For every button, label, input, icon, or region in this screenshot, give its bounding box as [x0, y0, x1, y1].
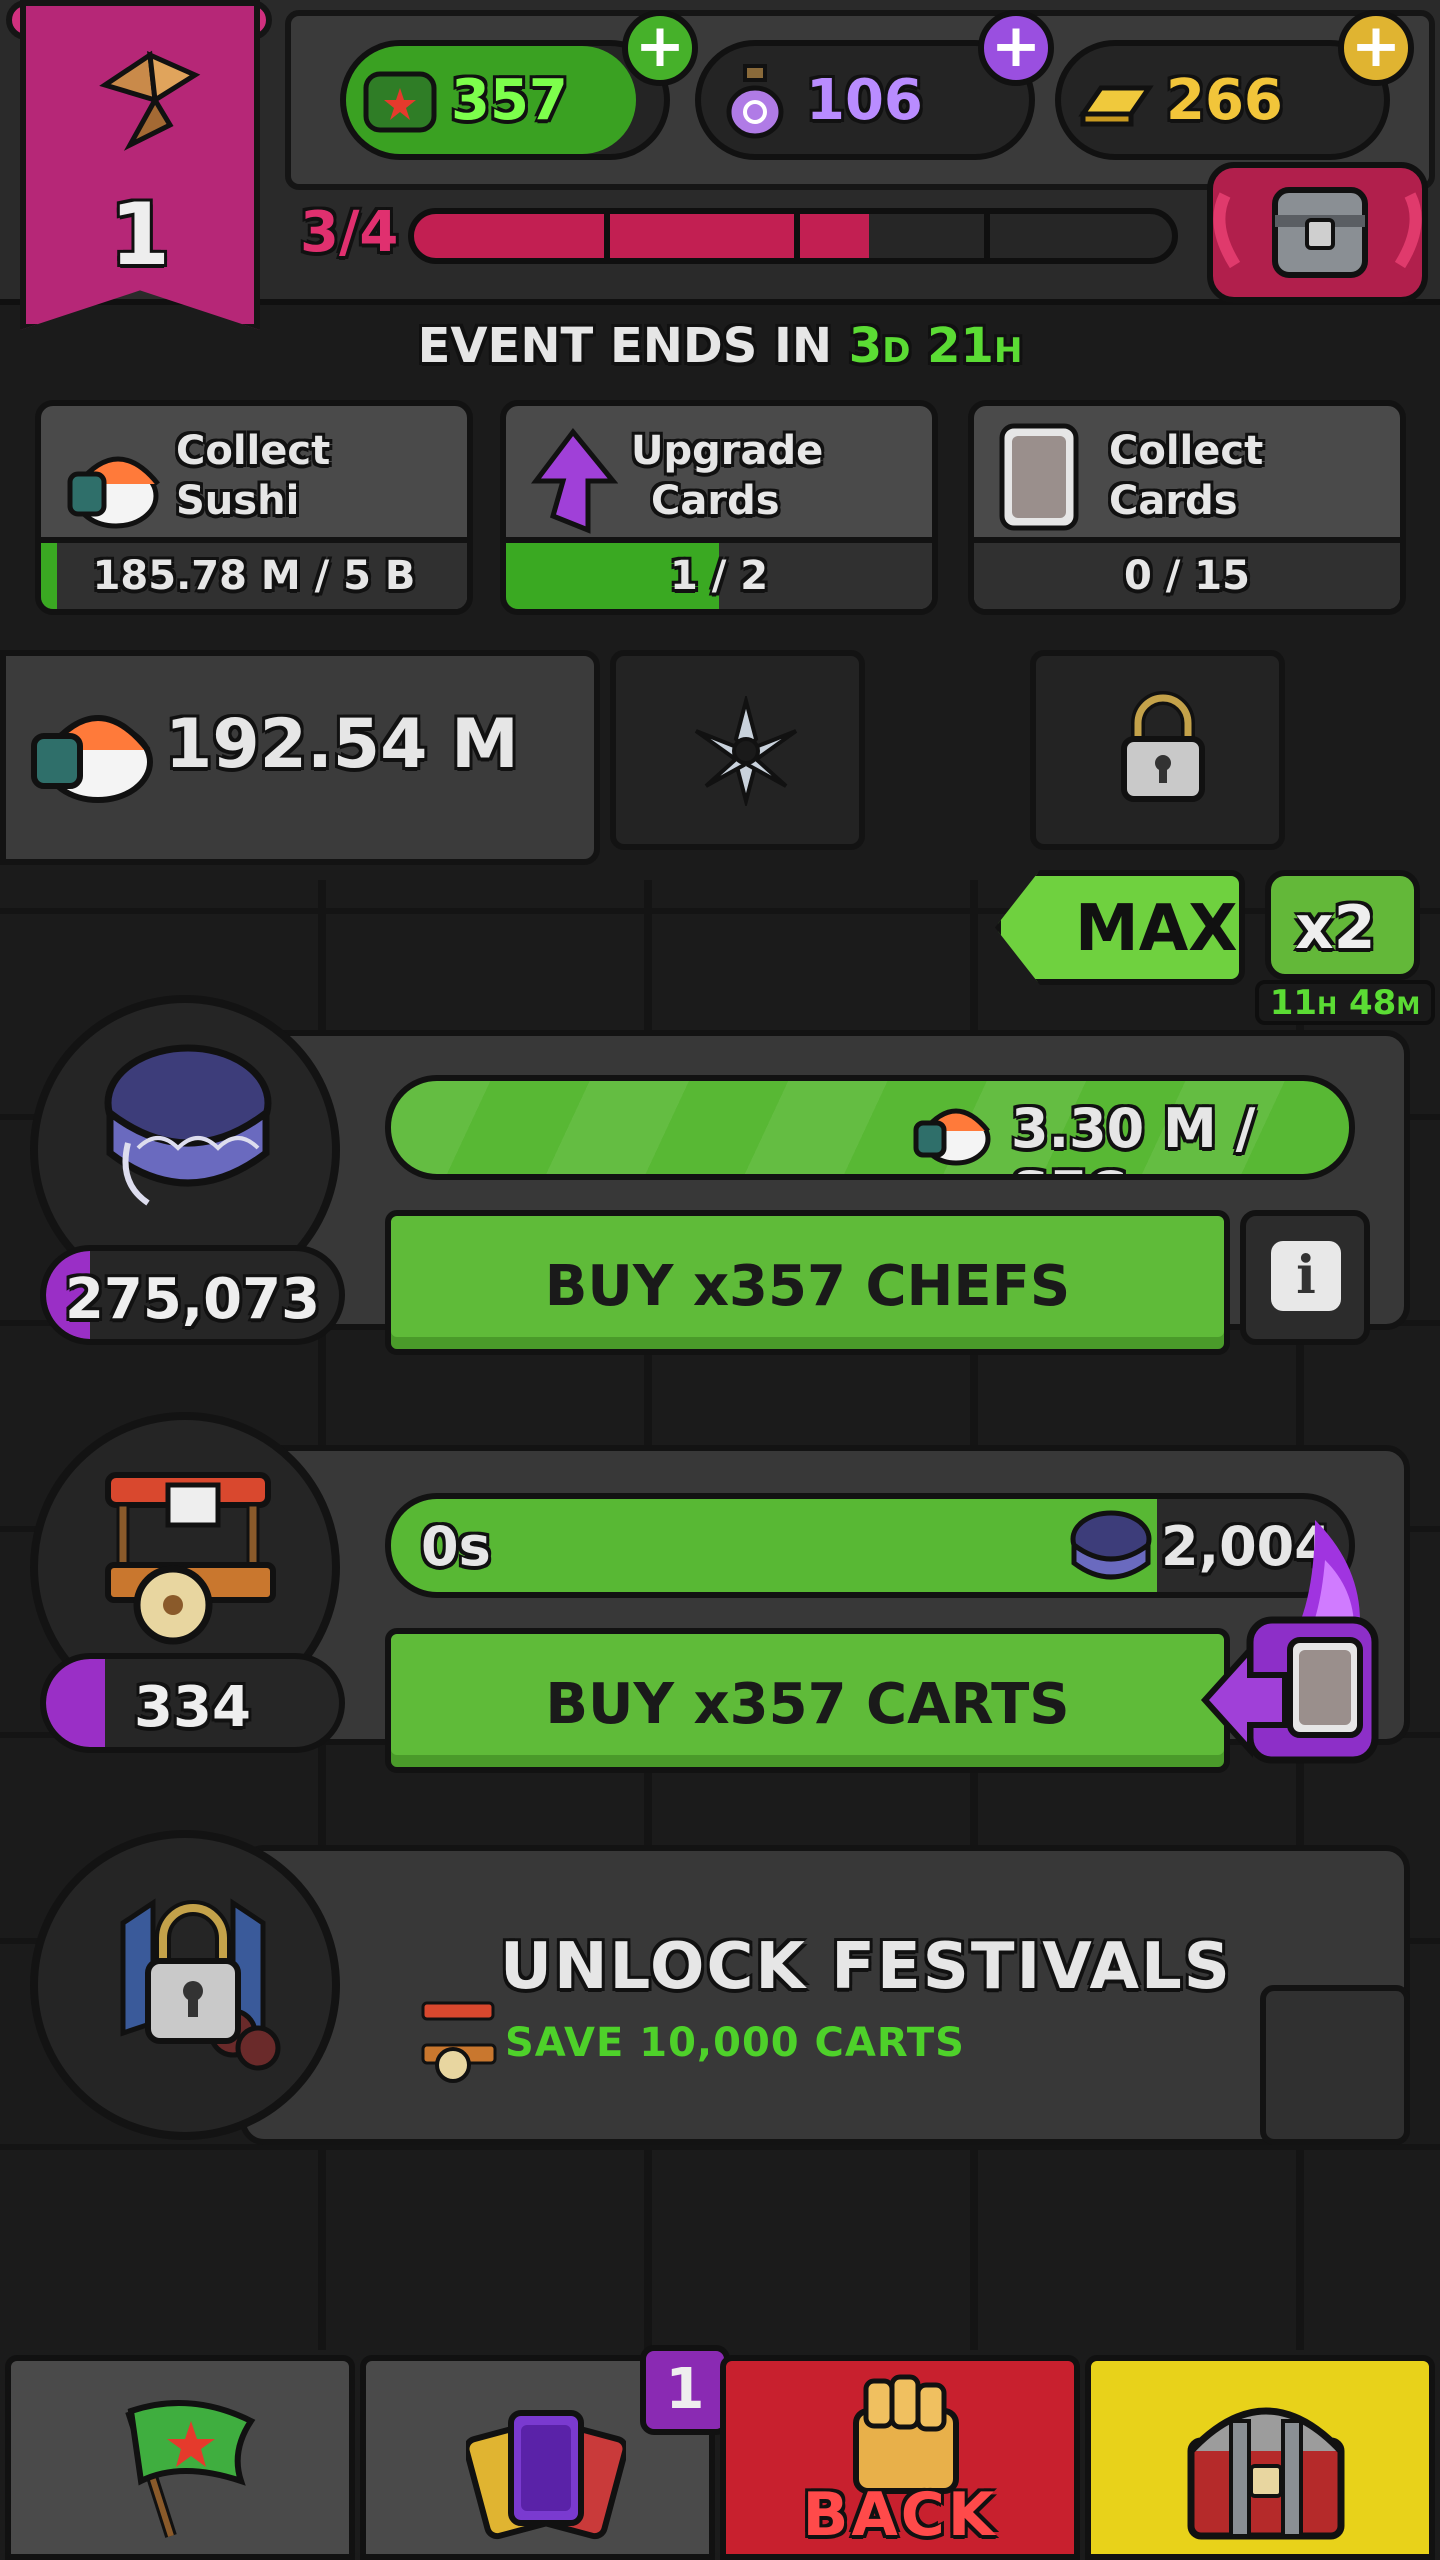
chef-count: 275,073 — [64, 1267, 321, 1332]
padlock-icon — [1121, 691, 1205, 802]
reward-chest-icon[interactable] — [1205, 155, 1430, 305]
add-ninja-cash-button[interactable]: + — [622, 10, 698, 86]
locked-festival-icon — [120, 1898, 281, 2071]
cart-count: 334 — [134, 1675, 251, 1740]
event-days-unit: D — [882, 331, 911, 371]
ninja-cash-icon — [363, 71, 437, 133]
flag-icon — [125, 2400, 256, 2538]
gold-bar-icon — [1078, 85, 1154, 127]
upgrade-arrow-icon — [530, 427, 618, 534]
rank-number: 1 — [110, 185, 170, 285]
festival-portrait — [30, 1830, 340, 2140]
task-progress-text: 185.78 M / 5 B — [92, 553, 416, 599]
task-progress-bar: 0 / 15 — [974, 537, 1400, 609]
noodle-cart-icon — [105, 1472, 276, 1645]
sushi-icon — [67, 456, 160, 529]
origami-bird-icon — [99, 50, 201, 151]
chef-rate-text: 3.30 M / SEC — [1011, 1097, 1256, 1174]
nav-chest-button[interactable] — [1085, 2355, 1435, 2560]
cart-count-pill: 334 — [40, 1653, 345, 1753]
x2-boost-timer: 11H 48M — [1255, 980, 1435, 1025]
locked-slot[interactable] — [1030, 650, 1285, 850]
add-gold-button[interactable]: + — [1338, 10, 1414, 86]
task-label: Upgrade Cards — [631, 428, 824, 524]
task-progress-bar: 1 / 2 — [506, 537, 932, 609]
cards-icon — [466, 2410, 626, 2540]
task-progress-text: 1 / 2 — [669, 553, 769, 599]
task-collect-cards[interactable]: Collect Cards 0 / 15 — [968, 400, 1406, 615]
buy-carts-button[interactable]: BUY x357 CARTS — [385, 1628, 1230, 1773]
chef-count-pill: 275,073 — [40, 1245, 345, 1345]
event-days: 3 — [848, 318, 883, 374]
unlock-festivals-title: UNLOCK FESTIVALS — [500, 1930, 1232, 2004]
buy-max-label: MAX — [1075, 892, 1238, 966]
chef-rate-bar: 3.30 M / SEC — [385, 1075, 1355, 1180]
x2-boost-label: x2 — [1295, 893, 1376, 963]
unlock-slot — [1260, 1985, 1410, 2145]
event-label: EVENT ENDS IN — [417, 318, 833, 374]
task-progress-text: 0 / 15 — [1124, 553, 1250, 599]
task-upgrade-cards[interactable]: Upgrade Cards 1 / 2 — [500, 400, 938, 615]
chef-info-button[interactable]: i — [1240, 1210, 1370, 1345]
gold-value: 266 — [1166, 68, 1283, 133]
cards-notification-badge: 1 — [640, 2345, 730, 2435]
task-collect-sushi[interactable]: Collect Sushi 185.78 M / 5 B — [35, 400, 473, 615]
shuriken-icon — [694, 696, 798, 806]
sushi-total-value: 192.54 M — [165, 705, 519, 784]
chef-headband-icon — [104, 1044, 272, 1206]
sushi-icon — [913, 1108, 991, 1166]
potion-value: 106 — [806, 68, 923, 133]
shuriken-slot[interactable] — [610, 650, 865, 850]
buy-chefs-button[interactable]: BUY x357 CHEFS — [385, 1210, 1230, 1355]
treasure-chest-icon — [1187, 2407, 1345, 2540]
back-label: BACK — [802, 2480, 998, 2550]
task-progress-bar: 185.78 M / 5 B — [41, 537, 467, 609]
sushi-icon — [31, 715, 153, 803]
rank-progress-bar — [408, 208, 1178, 264]
chef-headband-icon — [1070, 1510, 1152, 1580]
noodle-cart-icon — [421, 2001, 497, 2083]
currency-ninja-cash[interactable]: 357 — [340, 40, 670, 160]
ninja-cash-value: 357 — [451, 68, 568, 133]
cart-timer-text: 0s — [421, 1515, 491, 1578]
event-hours-unit: H — [993, 331, 1023, 371]
info-icon: i — [1271, 1241, 1341, 1311]
card-icon — [999, 423, 1079, 531]
task-label: Collect Cards — [1109, 428, 1264, 524]
unlock-festivals-requirement: SAVE 10,000 CARTS — [505, 2020, 965, 2066]
event-timer: EVENT ENDS IN 3D 21H — [0, 318, 1440, 374]
event-hours: 21 — [927, 318, 994, 374]
add-potion-button[interactable]: + — [978, 10, 1054, 86]
potion-icon — [726, 64, 784, 139]
task-label: Collect Sushi — [176, 428, 331, 524]
card-upgrade-flame-icon[interactable] — [1195, 1500, 1395, 1780]
buy-chefs-label: BUY x357 CHEFS — [544, 1254, 1071, 1319]
buy-carts-label: BUY x357 CARTS — [545, 1672, 1070, 1737]
rank-progress-text: 3/4 — [300, 200, 399, 265]
nav-map-button[interactable] — [5, 2355, 355, 2560]
